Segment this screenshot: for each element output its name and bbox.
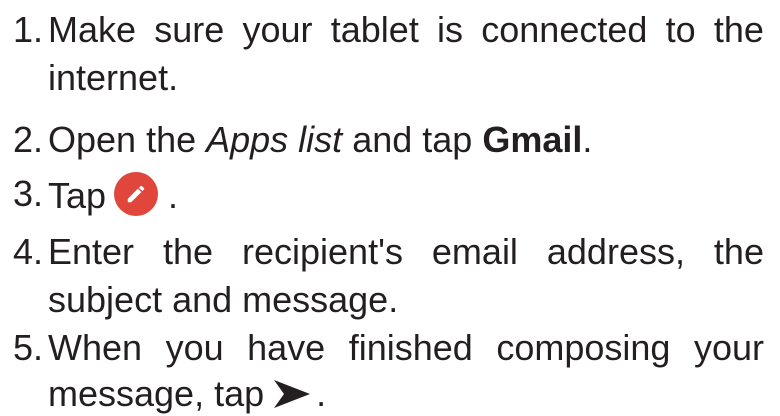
compose-pencil-icon — [114, 172, 159, 216]
send-arrow-icon — [274, 380, 311, 408]
text: . — [168, 175, 179, 216]
word: your — [693, 327, 764, 368]
text: Tap — [48, 175, 107, 216]
step-number: 4. — [13, 231, 44, 272]
text: message, tap — [48, 373, 265, 414]
word: the — [163, 231, 214, 272]
word: you — [165, 327, 224, 368]
step-1-line-1: Make sure your tablet is connected to th… — [48, 8, 764, 52]
apps-list-term: Apps list — [206, 119, 343, 160]
word: the — [713, 231, 764, 272]
step-5-line-2: message, tap. — [48, 372, 326, 416]
step-number: 5. — [13, 327, 44, 368]
step-4-line-2: subject and message. — [48, 279, 399, 320]
step-number: 1. — [13, 9, 44, 50]
step-1-line-2: internet. — [48, 57, 179, 98]
word: Make — [48, 9, 137, 50]
word: composing — [496, 327, 671, 368]
step-5-line-1: When you have finished composing your — [48, 326, 764, 370]
word: to — [665, 9, 696, 50]
word: When — [48, 327, 143, 368]
step-2-line: Open the Apps list and tap Gmail. — [48, 118, 592, 162]
word: sure — [154, 9, 225, 50]
word: the — [713, 9, 764, 50]
step-4-line-1: Enter the recipient's email address, the — [48, 230, 764, 274]
text: . — [582, 119, 593, 160]
word: finished — [348, 327, 473, 368]
text: Open the — [48, 119, 207, 160]
text: and tap — [342, 119, 483, 160]
step-number: 3. — [13, 173, 44, 214]
word: your — [242, 9, 313, 50]
word: is — [437, 9, 464, 50]
text: . — [316, 373, 327, 414]
word: connected — [481, 9, 648, 50]
word: address, — [546, 231, 685, 272]
instruction-list: 1. Make sure your tablet is connected to… — [0, 0, 780, 414]
step-3-line: Tap. — [48, 172, 178, 218]
word: email — [431, 231, 518, 272]
gmail-term: Gmail — [482, 119, 583, 160]
step-number: 2. — [13, 119, 44, 160]
word: have — [247, 327, 326, 368]
word: recipient's — [242, 231, 403, 272]
word: Enter — [48, 231, 135, 272]
word: tablet — [330, 9, 419, 50]
